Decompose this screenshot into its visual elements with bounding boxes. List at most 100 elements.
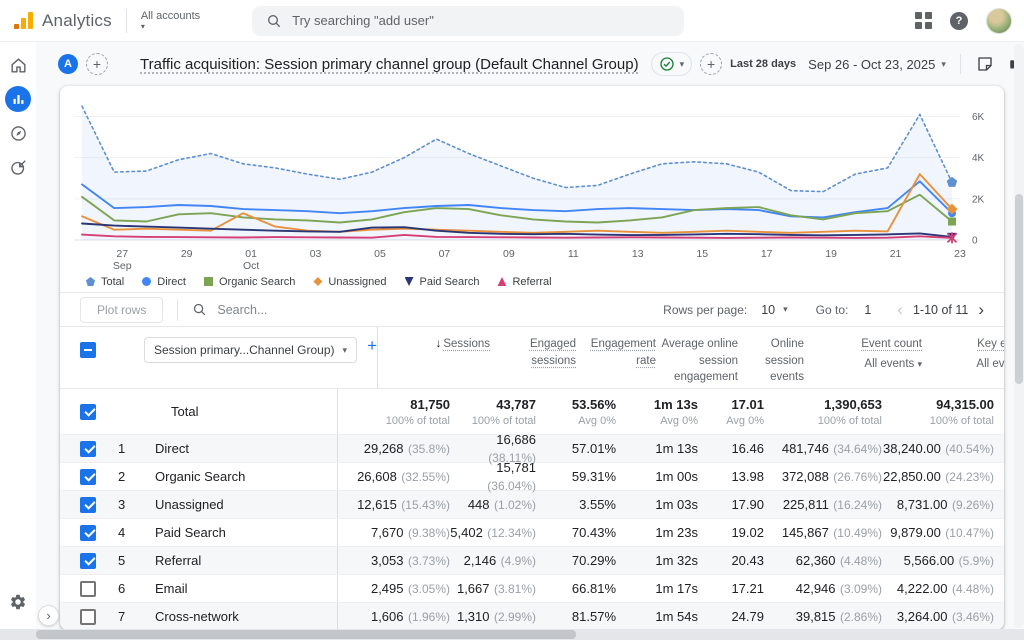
legend-item[interactable]: Referral	[497, 276, 551, 288]
row-checkbox[interactable]	[80, 497, 96, 513]
row-checkbox[interactable]	[80, 581, 96, 597]
top-app-bar: Analytics All accounts ▾ Try searching "…	[0, 0, 1024, 42]
chevron-down-icon[interactable]: ▾	[783, 304, 788, 315]
global-search-input[interactable]: Try searching "add user"	[252, 6, 684, 36]
metric-cell: 20.43	[698, 552, 764, 570]
legend-item[interactable]: Direct	[142, 276, 186, 288]
legend-label: Unassigned	[328, 276, 386, 288]
x-axis-tick: 29	[181, 248, 193, 260]
rows-per-page-select[interactable]: 10	[761, 303, 775, 317]
row-checkbox[interactable]	[80, 525, 96, 541]
horizontal-scrollbar-thumb[interactable]	[36, 630, 576, 639]
nav-advertising-icon[interactable]	[5, 154, 31, 180]
add-report-icon[interactable]: +	[700, 53, 722, 75]
search-icon	[192, 302, 207, 317]
channel-name[interactable]: Organic Search	[155, 469, 245, 484]
metric-cell: 17.21	[698, 580, 764, 598]
column-header-event-count[interactable]: Event countAll events ▾	[804, 336, 922, 372]
row-rank: 2	[118, 469, 138, 484]
circle-marker-icon	[142, 277, 151, 286]
metric-filter-select[interactable]: All events ▾	[804, 356, 922, 373]
report-saved-status[interactable]: ▾	[651, 52, 693, 76]
tri-up-marker-icon	[497, 277, 506, 286]
channel-name[interactable]: Paid Search	[155, 525, 226, 540]
select-all-checkbox[interactable]	[80, 342, 96, 358]
table-total-row: Total 81,750100% of total43,787100% of t…	[60, 388, 1004, 434]
x-axis-tick: 03	[310, 248, 322, 260]
vertical-scrollbar-thumb[interactable]	[1015, 194, 1023, 384]
pentagon-marker-icon	[86, 277, 95, 286]
x-axis-tick: 09	[503, 248, 515, 260]
metric-filter-select[interactable]: All events ▾	[922, 356, 1004, 373]
row-checkbox[interactable]	[80, 469, 96, 485]
row-rank: 3	[118, 497, 138, 512]
legend-item[interactable]: Total	[86, 276, 124, 288]
x-axis-tick: 13	[632, 248, 644, 260]
row-checkbox[interactable]	[80, 441, 96, 457]
chevron-down-icon: ▾	[941, 59, 946, 70]
channel-name[interactable]: Referral	[155, 553, 201, 568]
metric-cell: 4,222.00 (4.48%)	[882, 580, 994, 598]
metric-cell: 448 (1.02%)	[450, 496, 536, 514]
svg-text:2K: 2K	[972, 194, 985, 205]
channel-name[interactable]: Email	[155, 581, 188, 596]
nav-explore-icon[interactable]	[5, 120, 31, 146]
x-axis-tick: 21	[890, 248, 902, 260]
channel-name[interactable]: Cross-network	[155, 609, 239, 624]
column-header-engagement-rate[interactable]: Engagement rate	[576, 336, 656, 369]
add-comparison-icon[interactable]: +	[86, 53, 108, 75]
metric-cell: 3.55%	[536, 496, 616, 514]
horizontal-scrollbar[interactable]	[0, 629, 1024, 640]
metric-cell: 1m 32s	[616, 552, 698, 570]
metric-cell: 1m 13s	[616, 440, 698, 458]
goto-page-input[interactable]: 1	[864, 303, 871, 317]
square-marker-icon	[204, 277, 213, 286]
metric-cell: 19.02	[698, 524, 764, 542]
table-search-input[interactable]: Search...	[192, 302, 267, 317]
brand-title: Analytics	[42, 11, 112, 31]
help-icon[interactable]: ?	[950, 12, 968, 30]
column-header-engaged-sessions[interactable]: Engaged sessions	[490, 336, 576, 369]
column-header-key-events[interactable]: Key eventsAll events ▾	[922, 336, 1004, 372]
date-range-picker[interactable]: Sep 26 - Oct 23, 2025 ▾	[808, 57, 946, 72]
user-avatar[interactable]	[986, 8, 1012, 34]
divider	[126, 9, 127, 33]
column-header-online-session-events[interactable]: Online session events	[738, 336, 804, 386]
metric-cell: 17.90	[698, 496, 764, 514]
account-switcher[interactable]: All accounts ▾	[141, 10, 200, 32]
channel-name[interactable]: Direct	[155, 441, 189, 456]
admin-gear-icon[interactable]	[9, 593, 27, 616]
vertical-scrollbar[interactable]	[1014, 44, 1024, 628]
metric-cell: 7,670 (9.38%)	[350, 524, 450, 542]
report-title[interactable]: Traffic acquisition: Session primary cha…	[140, 56, 639, 73]
property-badge[interactable]: A	[58, 54, 78, 74]
column-header-average-online-session-engagement[interactable]: Average online session engagement	[656, 336, 738, 386]
column-header-sessions[interactable]: ↓ Sessions	[390, 336, 490, 353]
nav-reports-icon[interactable]	[5, 86, 31, 112]
legend-item[interactable]: Organic Search	[204, 276, 295, 288]
add-dimension-icon[interactable]: +	[367, 337, 377, 354]
legend-item[interactable]: Paid Search	[405, 276, 480, 288]
total-label: Total	[171, 404, 198, 419]
x-axis-tick: 19	[825, 248, 837, 260]
metric-cell: 15,781 (36.04%)	[450, 459, 536, 495]
notes-icon[interactable]	[975, 54, 995, 74]
dimension-selector[interactable]: Session primary...Channel Group) ▾	[144, 337, 357, 363]
expand-nav-icon[interactable]: ›	[38, 605, 59, 626]
row-checkbox[interactable]	[80, 609, 96, 625]
nav-home-icon[interactable]	[5, 52, 31, 78]
chevron-down-icon: ▾	[680, 59, 685, 70]
previous-page-icon[interactable]: ‹	[893, 301, 907, 318]
plot-rows-button[interactable]: Plot rows	[80, 297, 163, 323]
analytics-logo-icon	[14, 12, 33, 29]
channel-name[interactable]: Unassigned	[155, 497, 224, 512]
google-apps-grid-icon[interactable]	[915, 12, 932, 29]
table-header-row: Session primary...Channel Group) ▾ + ↓ S…	[60, 326, 1004, 388]
metric-cell: 1m 17s	[616, 580, 698, 598]
next-page-icon[interactable]: ›	[974, 301, 988, 318]
svg-text:6K: 6K	[972, 112, 985, 123]
sessions-trend-chart[interactable]: 6K4K2K0 27Sep2901Oct03050709111315171921…	[60, 86, 1004, 268]
legend-item[interactable]: Unassigned	[313, 276, 386, 288]
row-checkbox[interactable]	[80, 553, 96, 569]
total-row-checkbox[interactable]	[80, 404, 96, 420]
